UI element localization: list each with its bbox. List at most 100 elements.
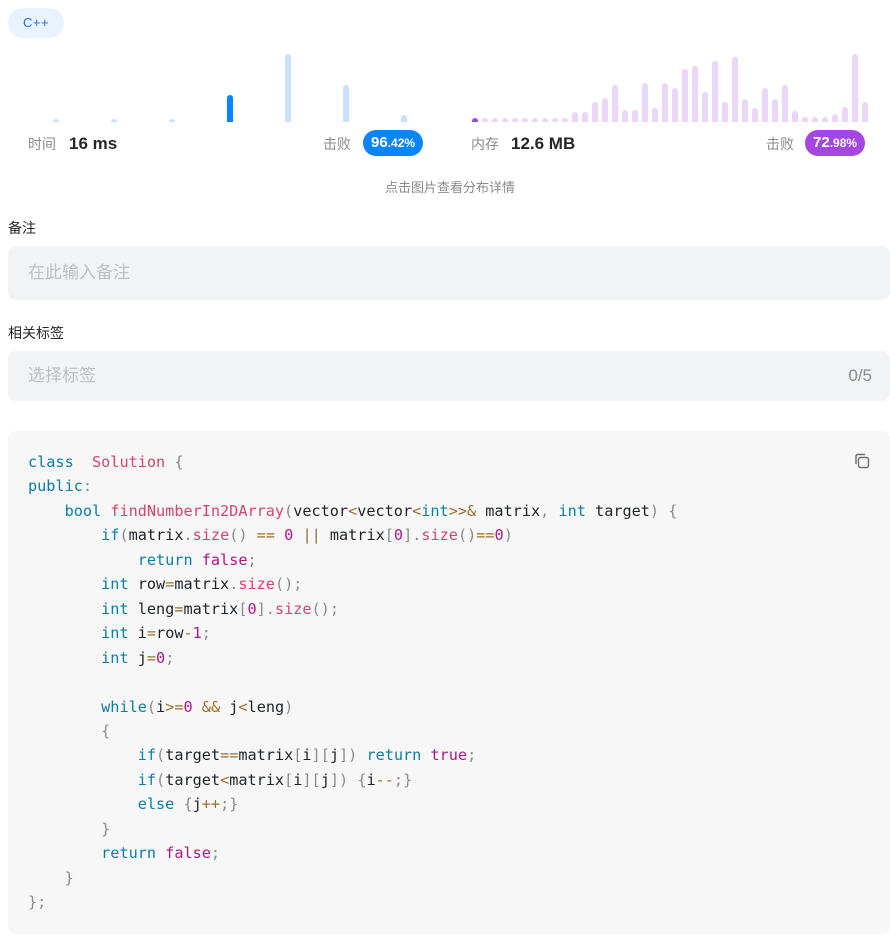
code-token: while [101,697,147,716]
language-tag[interactable]: C++ [8,8,65,38]
code-token: matrix [476,501,541,520]
code-line: else {j++;} [28,792,677,816]
code-token: -- [375,770,394,789]
code-token: = [146,624,157,643]
code-token: ][ [311,746,330,765]
code-token: < [348,501,358,520]
copy-icon[interactable] [852,451,872,471]
code-token: ( [119,526,129,545]
distribution-hint[interactable]: 点击图片查看分布详情 [0,177,890,196]
code-token: { [183,795,193,814]
code-token: matrix [128,526,184,545]
chart-mem-bar [772,99,778,122]
code-token: int [101,624,129,643]
chart-mem-bar [782,85,788,122]
chart-mem-bar [592,102,598,122]
code-line: int j=0; [28,646,677,670]
chart-mem-bar [852,54,858,122]
code-token: vector [357,501,413,520]
chart-time-bar [343,85,349,122]
code-token: int [558,501,586,520]
code-token: ; [210,844,221,863]
runtime-beat-int: 96 [371,134,388,151]
chart-time-bar [111,119,117,122]
code-token: int [421,501,449,520]
chart-mem-bar [502,118,508,122]
chart-mem-bar [752,108,758,122]
code-token: class [28,453,74,471]
code-token: () [229,526,248,545]
code-token: = [146,648,157,667]
code-token: 0 [494,526,504,545]
tags-counter: 0/5 [848,366,872,385]
code-line: if(target==matrix[i][j]) return true; [28,743,677,767]
code-token: () [457,526,477,545]
code-token: . [183,526,193,545]
code-token: return [137,550,193,569]
code-token: i [302,746,312,765]
chart-mem-bar [612,85,618,122]
code-token: size [238,575,275,594]
code-token: 0 [284,526,294,545]
code-token: row [128,575,166,594]
memory-label: 内存 [471,136,499,152]
code-token: < [220,770,230,789]
code-token: int [101,575,129,594]
code-token: else [137,795,175,814]
code-token: i [366,770,376,789]
notes-input[interactable]: 在此输入备注 [8,246,890,300]
tags-select[interactable]: 选择标签 0/5 [8,351,890,401]
code-line: if(matrix.size() == 0 || matrix[0].size(… [28,523,677,547]
runtime-beat-badge: 96.42% [363,130,424,156]
tags-placeholder: 选择标签 [28,366,96,385]
code-token: leng [247,697,285,716]
code-token: target [585,501,650,520]
stats-row: 时间 16 ms 击败 96.42% 内存 12.6 MB 击败 72.98% [28,128,874,160]
chart-mem-bar [542,118,548,122]
memory-beat-dec: .98% [829,136,858,150]
runtime-distribution-chart[interactable] [18,52,438,122]
chart-mem-bar [792,111,798,122]
code-token: return [101,844,157,863]
chart-mem-bar [742,99,748,122]
code-token: >>& [448,501,477,520]
code-line: int row=matrix.size(); [28,572,677,596]
notes-placeholder: 在此输入备注 [28,263,130,282]
code-token: if [137,746,157,765]
code-token: >= [165,697,184,716]
code-token: }; [28,893,47,912]
code-token: (); [274,575,303,594]
memory-beat-int: 72 [813,134,830,151]
code-token: ; [247,550,257,569]
chart-mem-bar [512,118,518,122]
code-token: ]. [256,599,275,618]
memory-beat-badge: 72.98% [805,130,866,156]
chart-mem-bar [762,88,768,122]
code-token: j [192,795,202,814]
runtime-value: 16 ms [69,134,118,153]
code-token: ;} [393,770,413,789]
chart-mem-bar [862,102,868,122]
code-token: matrix [320,526,385,545]
code-token: < [412,501,422,520]
notes-label: 备注 [8,220,36,236]
code-token: j [220,697,239,716]
runtime-beat-label: 击败 [323,136,351,152]
code-token: ( [284,501,294,520]
chart-mem-bar [532,118,538,122]
memory-distribution-chart[interactable] [468,52,872,122]
code-token: i [128,624,147,643]
code-token: j [128,648,147,667]
code-line: } [28,817,677,841]
